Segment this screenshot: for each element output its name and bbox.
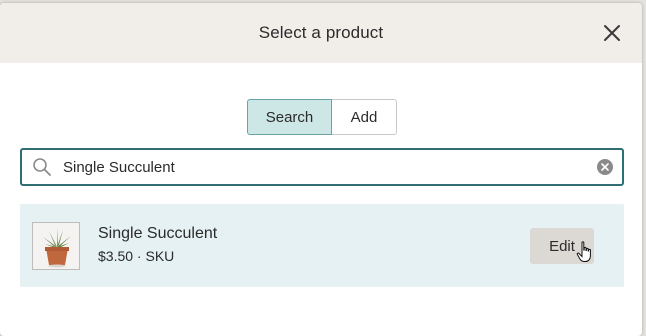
mode-tabs: Search Add <box>247 99 397 135</box>
product-price-sku: $3.50 · SKU <box>98 248 175 264</box>
close-button[interactable] <box>600 21 624 45</box>
modal-title: Select a product <box>258 23 384 42</box>
select-product-modal: Select a product Search Add Single Succu… <box>0 3 642 336</box>
modal-header: Select a product <box>0 3 642 63</box>
clear-search-icon[interactable] <box>596 158 614 176</box>
succulent-pot-image <box>33 223 79 269</box>
tab-search[interactable]: Search <box>247 99 332 135</box>
product-name: Single Succulent <box>98 225 218 242</box>
search-input[interactable] <box>63 150 583 184</box>
product-thumbnail <box>32 222 80 270</box>
close-icon <box>604 25 620 41</box>
tab-add[interactable]: Add <box>332 99 397 135</box>
product-result-row[interactable]: Single Succulent $3.50 · SKU Edit <box>20 204 624 287</box>
edit-button[interactable]: Edit <box>530 228 594 264</box>
search-box <box>20 148 624 186</box>
search-icon <box>33 158 51 176</box>
